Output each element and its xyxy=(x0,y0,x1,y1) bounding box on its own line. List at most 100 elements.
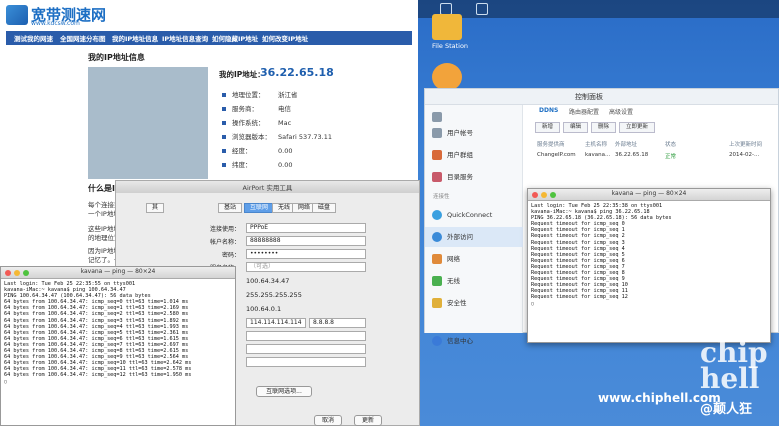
tab-router-config[interactable]: 路由器配置 xyxy=(569,107,599,116)
nav-item-hide-ip[interactable]: 如何隐藏IP地址 xyxy=(212,33,258,43)
terminal-title: kavana — ping — 80×24 xyxy=(80,268,156,275)
sidebar-section-connectivity: 连接性 xyxy=(433,194,450,200)
terminal-window-right[interactable]: kavana — ping — 80×24 Last login: Tue Fe… xyxy=(527,188,771,343)
sidebar-item-external-access[interactable]: 外部访问 xyxy=(425,227,523,247)
info-icon xyxy=(432,336,442,346)
sidebar-item-network[interactable]: 网络 xyxy=(425,249,523,269)
site-logo[interactable]: 宽带测速网 www.kdcsw.com xyxy=(6,4,116,27)
delete-button[interactable]: 删除 xyxy=(591,122,617,133)
nav-item-speed-test[interactable]: 测试我的网速 xyxy=(14,33,53,43)
group-icon xyxy=(432,150,442,160)
add-button[interactable]: 新增 xyxy=(535,122,561,133)
logo-url: www.kdcsw.com xyxy=(31,20,80,27)
sidebar-item-info-center[interactable]: 信息中心 xyxy=(425,331,523,351)
ip-address-value: 100.64.34.47 xyxy=(246,277,290,285)
file-station-label: File Station xyxy=(432,42,469,50)
info-row: 地理位置： 浙江省 xyxy=(222,89,298,99)
column-header: 外部地址 xyxy=(615,142,638,148)
info-row: 经度： 0.00 xyxy=(222,145,292,155)
field-label: 密码： xyxy=(221,252,240,259)
terminal-titlebar[interactable]: kavana — ping — 80×24 xyxy=(1,267,235,279)
terminal-line: 64 bytes from 100.64.34.47: icmp_seq=5 t… xyxy=(4,329,189,336)
dns-server-2[interactable]: 8.8.8.8 xyxy=(309,318,366,328)
update-now-button[interactable]: 立即更新 xyxy=(619,122,656,133)
column-header: 主机名称 xyxy=(585,142,608,148)
update-button[interactable]: 更新 xyxy=(354,415,382,426)
quickconnect-icon xyxy=(432,210,442,220)
sidebar-item-wireless[interactable]: 无线 xyxy=(425,271,523,291)
subnet-mask-value: 255.255.255.255 xyxy=(246,291,302,299)
bullet-icon xyxy=(222,107,226,111)
window-icon[interactable] xyxy=(476,3,488,15)
terminal-line: 64 bytes from 100.64.34.47: icmp_seq=12 … xyxy=(4,372,192,379)
status-badge: 正常 xyxy=(665,154,677,160)
bullet-icon xyxy=(222,163,226,167)
cancel-button[interactable]: 取消 xyxy=(314,415,342,426)
sidebar-item-quickconnect[interactable]: QuickConnect xyxy=(425,205,523,225)
airport-titlebar: AirPort 实用工具 xyxy=(116,181,419,193)
sidebar: 用户帐号 用户群组 目录服务 连接性 QuickConnect 外部访问 网络 … xyxy=(425,105,523,346)
info-row: 操作系统： Mac xyxy=(222,117,291,127)
sidebar-item-directory[interactable]: 目录服务 xyxy=(425,167,523,187)
bullet-icon xyxy=(222,149,226,153)
directory-icon xyxy=(432,172,442,182)
info-row: 纬度： 0.00 xyxy=(222,159,292,169)
bullet-icon xyxy=(222,121,226,125)
myip-value: 36.22.65.18 xyxy=(260,66,334,79)
tab-disk[interactable]: 磁盘 xyxy=(312,203,337,213)
myip-label: 我的IP地址： xyxy=(219,70,265,79)
tab-advanced[interactable]: 高级设置 xyxy=(609,107,633,116)
column-header: 上次更新时间 xyxy=(729,142,763,148)
sidebar-item-user-account[interactable]: 用户帐号 xyxy=(425,123,523,143)
edit-button[interactable]: 编辑 xyxy=(563,122,589,133)
table-cell[interactable]: ChangeIP.com xyxy=(537,152,576,158)
globe-icon xyxy=(432,232,442,242)
nav-item-speed-map[interactable]: 全国网速分布图 xyxy=(60,33,106,43)
account-field[interactable]: 88888888 xyxy=(246,236,366,246)
nav-bar: 测试我的网速 全国网速分布图 我的IP地址信息 IP地址信息查询 如何隐藏IP地… xyxy=(6,31,412,45)
folder-icon[interactable] xyxy=(432,14,462,40)
info-row: 浏览器版本： Safari 537.73.11 xyxy=(222,131,332,141)
tab-base-station[interactable]: 基站 xyxy=(218,203,243,213)
connection-select[interactable]: PPPoE xyxy=(246,223,366,233)
field-label: 帐户名称： xyxy=(209,239,240,246)
tab-ddns[interactable]: DDNS xyxy=(539,107,558,114)
terminal-line: 64 bytes from 100.64.34.47: icmp_seq=2 t… xyxy=(4,311,189,318)
table-cell[interactable]: kavana... xyxy=(585,152,610,158)
nav-item-ip-lookup[interactable]: IP地址信息查询 xyxy=(162,33,208,43)
terminal-line: 64 bytes from 100.64.34.47: icmp_seq=3 t… xyxy=(4,317,189,324)
bullet-icon xyxy=(222,93,226,97)
table-cell[interactable]: 2014-02-... xyxy=(729,152,759,158)
domain-field[interactable] xyxy=(246,331,366,341)
download-station-icon[interactable] xyxy=(432,63,462,91)
empty-field[interactable] xyxy=(246,344,366,354)
wifi-icon xyxy=(432,276,442,286)
tab-internet[interactable]: 互联网 xyxy=(244,203,275,213)
nav-item-my-ip[interactable]: 我的IP地址信息 xyxy=(112,33,158,43)
empty-field[interactable] xyxy=(246,357,366,367)
table-cell[interactable]: 36.22.65.18 xyxy=(615,152,648,158)
terminal-title: kavana — ping — 80×24 xyxy=(611,190,687,197)
network-icon xyxy=(432,254,442,264)
bullet-icon xyxy=(222,135,226,139)
terminal-line: 64 bytes from 100.64.34.47: icmp_seq=4 t… xyxy=(4,323,189,330)
nav-item-change-ip[interactable]: 如何改变IP地址 xyxy=(262,33,308,43)
dns-server-1[interactable]: 114.114.114.114 xyxy=(246,318,306,328)
column-header: 状态 xyxy=(665,142,677,148)
terminal-titlebar[interactable]: kavana — ping — 80×24 xyxy=(528,189,770,201)
terminal-line: ▯ xyxy=(4,378,8,385)
terminal-output: Last login: Tue Feb 25 22:35:38 on ttys0… xyxy=(531,203,672,307)
router-address-value: 100.64.0.1 xyxy=(246,305,282,313)
terminal-window-left[interactable]: kavana — ping — 80×24 Last login: Tue Fe… xyxy=(0,266,236,426)
logo-icon xyxy=(6,5,28,25)
password-field[interactable]: •••••••• xyxy=(246,249,366,259)
sidebar-item-user-group[interactable]: 用户群组 xyxy=(425,145,523,165)
sidebar-item-security[interactable]: 安全性 xyxy=(425,293,523,313)
service-name-field[interactable]: （可选） xyxy=(246,262,366,272)
ip-image-placeholder xyxy=(88,67,208,179)
control-panel-titlebar: 控制面板 xyxy=(425,89,778,105)
internet-options-button[interactable]: 互联网选项... xyxy=(256,386,312,397)
home-icon xyxy=(432,112,442,122)
watermark-author: @颠人狂 xyxy=(700,402,753,417)
tab-partial[interactable]: 其 xyxy=(146,203,165,213)
